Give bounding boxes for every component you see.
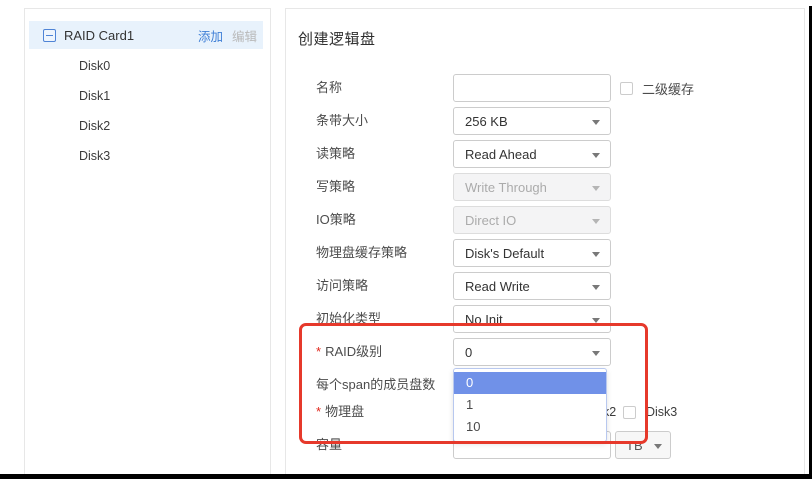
name-input[interactable] xyxy=(453,74,611,102)
disk3-checkbox[interactable] xyxy=(623,406,636,419)
page-title: 创建逻辑盘 xyxy=(298,28,376,49)
edit-link[interactable]: 编辑 xyxy=(232,26,257,45)
read-policy-label: 读策略 xyxy=(316,140,355,168)
add-link[interactable]: 添加 xyxy=(198,26,223,45)
chevron-down-icon xyxy=(592,285,600,290)
chevron-down-icon xyxy=(592,120,600,125)
span-members-label: 每个span的成员盘数 xyxy=(316,371,435,399)
collapse-minus-icon[interactable] xyxy=(43,29,56,42)
required-marker: * xyxy=(316,404,321,419)
raid-level-option-10[interactable]: 10 xyxy=(454,416,606,438)
io-policy-label: IO策略 xyxy=(316,206,356,234)
access-policy-label: 访问策略 xyxy=(316,272,368,300)
init-type-select[interactable]: No Init xyxy=(453,305,611,333)
tree-node-disk0[interactable]: Disk0 xyxy=(25,51,270,81)
disk-cache-policy-select[interactable]: Disk's Default xyxy=(453,239,611,267)
capacity-unit-select[interactable]: TB xyxy=(615,431,671,459)
screenshot-bottom-border xyxy=(0,474,812,479)
tree-node-raid-card[interactable]: RAID Card1 添加 编辑 xyxy=(29,21,263,49)
chevron-down-icon xyxy=(592,153,600,158)
raid-card-label: RAID Card1 xyxy=(64,28,198,43)
chevron-down-icon xyxy=(592,186,600,191)
raid-level-dropdown: 0 1 10 xyxy=(453,368,607,442)
chevron-down-icon xyxy=(592,351,600,356)
io-policy-select: Direct IO xyxy=(453,206,611,234)
stripe-size-label: 条带大小 xyxy=(316,107,368,135)
stripe-size-select[interactable]: 256 KB xyxy=(453,107,611,135)
secondary-cache-checkbox[interactable] xyxy=(620,82,633,95)
raid-level-label: *RAID级别 xyxy=(316,338,382,366)
name-label: 名称 xyxy=(316,74,342,102)
raid-level-option-0[interactable]: 0 xyxy=(454,372,606,394)
raid-create-logical-disk-screen: RAID Card1 添加 编辑 Disk0 Disk1 Disk2 Disk3… xyxy=(0,0,812,479)
tree-node-disk1[interactable]: Disk1 xyxy=(25,81,270,111)
disk-list: Disk0 Disk1 Disk2 Disk3 xyxy=(25,51,270,171)
create-logical-disk-form: 创建逻辑盘 名称 二级缓存 条带大小 256 KB 读策略 Read Ahead… xyxy=(285,8,805,474)
write-policy-label: 写策略 xyxy=(316,173,355,201)
secondary-cache-label: 二级缓存 xyxy=(642,79,694,98)
physical-disks-label: *物理盘 xyxy=(316,398,364,426)
chevron-down-icon xyxy=(592,219,600,224)
init-type-label: 初始化类型 xyxy=(316,305,381,333)
raid-level-option-1[interactable]: 1 xyxy=(454,394,606,416)
physical-disk-option-3: Disk3 xyxy=(623,405,677,419)
chevron-down-icon xyxy=(654,444,662,449)
tree-node-disk2[interactable]: Disk2 xyxy=(25,111,270,141)
read-policy-select[interactable]: Read Ahead xyxy=(453,140,611,168)
write-policy-select: Write Through xyxy=(453,173,611,201)
capacity-label: 容量 xyxy=(316,431,342,459)
chevron-down-icon xyxy=(592,252,600,257)
chevron-down-icon xyxy=(592,318,600,323)
raid-level-select[interactable]: 0 xyxy=(453,338,611,366)
required-marker: * xyxy=(316,344,321,359)
tree-node-disk3[interactable]: Disk3 xyxy=(25,141,270,171)
secondary-cache-option: 二级缓存 xyxy=(620,74,694,102)
disk-cache-policy-label: 物理盘缓存策略 xyxy=(316,239,407,267)
access-policy-select[interactable]: Read Write xyxy=(453,272,611,300)
raid-tree-panel: RAID Card1 添加 编辑 Disk0 Disk1 Disk2 Disk3 xyxy=(24,8,271,474)
